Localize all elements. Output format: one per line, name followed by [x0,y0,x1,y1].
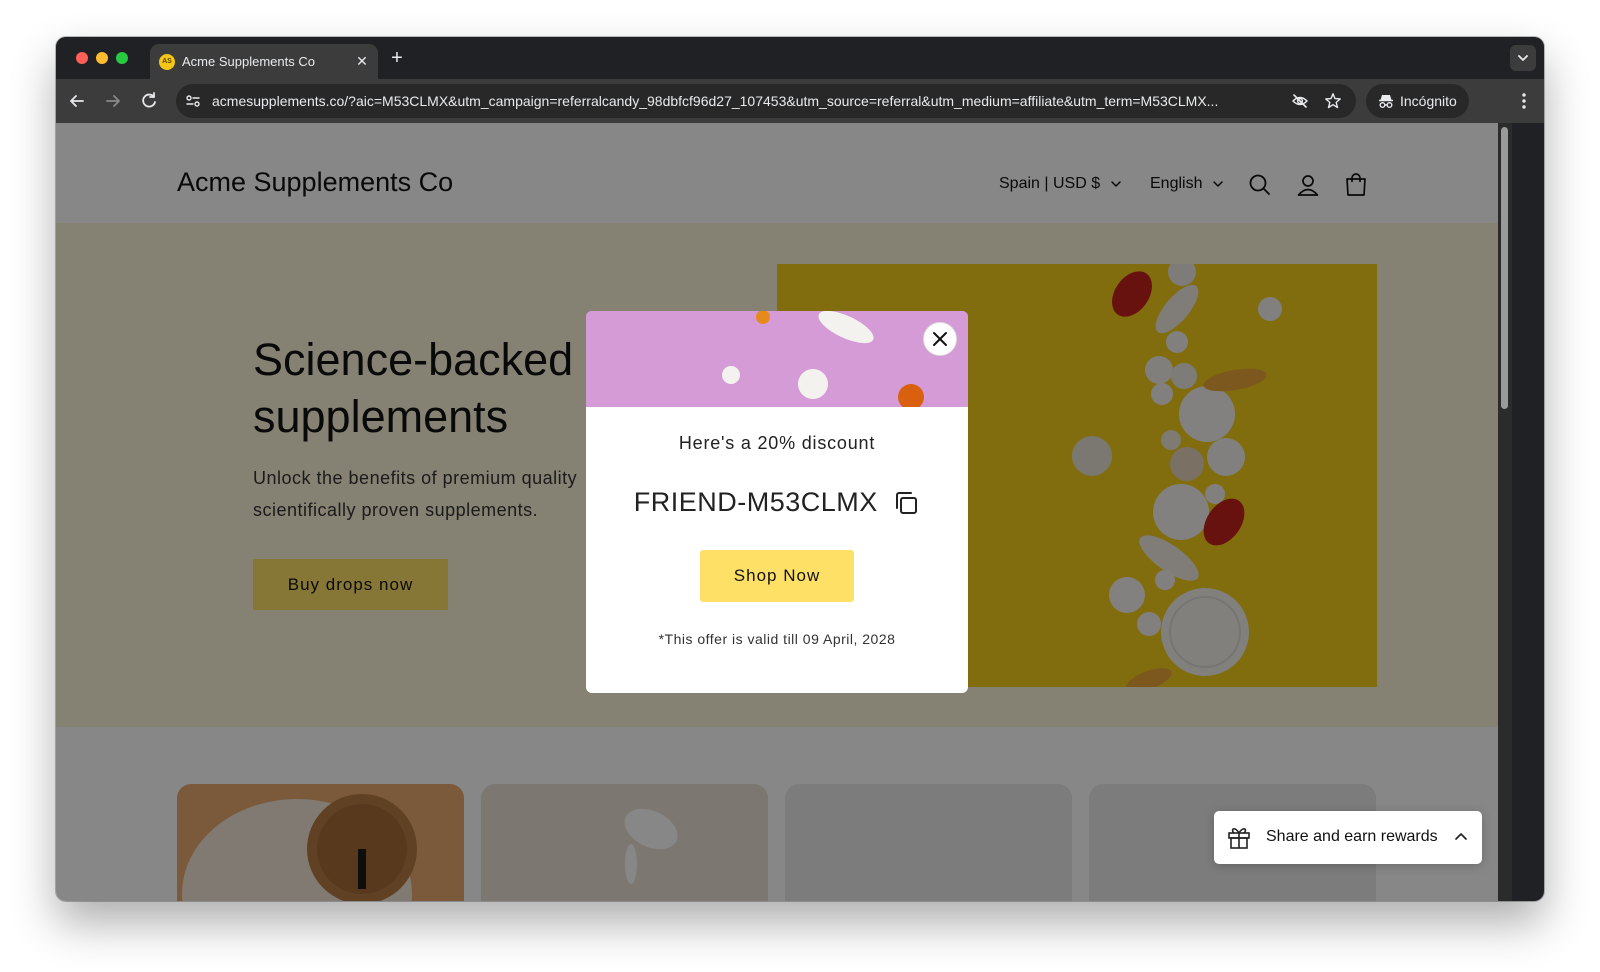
shop-now-button[interactable]: Shop Now [700,550,854,602]
discount-code[interactable]: FRIEND-M53CLMX [634,487,878,518]
reload-icon[interactable] [137,89,161,113]
gift-icon [1226,824,1252,850]
copy-icon[interactable] [892,489,920,517]
tab-close-icon[interactable]: ✕ [354,53,370,69]
url-text[interactable]: acmesupplements.co/?aic=M53CLMX&utm_camp… [212,93,1280,109]
page-scrollbar[interactable] [1498,123,1512,901]
browser-toolbar: acmesupplements.co/?aic=M53CLMX&utm_camp… [56,79,1544,123]
browser-window: AS Acme Supplements Co ✕ + acmesupplemen… [56,37,1544,901]
tab-title: Acme Supplements Co [182,54,315,69]
more-vert-icon[interactable] [1512,89,1536,113]
discount-modal: Here's a 20% discount FRIEND-M53CLMX Sho… [586,311,968,693]
offer-note: *This offer is valid till 09 April, 2028 [658,631,896,647]
new-tab-icon[interactable]: + [387,48,407,68]
modal-close-button[interactable] [923,322,957,356]
incognito-badge[interactable]: Incógnito [1366,84,1469,118]
chevron-up-icon[interactable] [1452,828,1470,846]
tab-strip: AS Acme Supplements Co ✕ + [56,37,1544,79]
star-icon[interactable] [1324,92,1342,110]
tab-search-button[interactable] [1510,45,1536,71]
address-bar[interactable]: acmesupplements.co/?aic=M53CLMX&utm_camp… [176,84,1356,118]
window-maximize-button[interactable] [116,52,128,64]
eye-off-icon[interactable] [1291,92,1309,110]
incognito-label: Incógnito [1400,93,1457,109]
window-close-button[interactable] [76,52,88,64]
page-viewport: Acme Supplements Co Spain | USD $ Englis… [56,123,1498,901]
forward-arrow-icon[interactable] [101,89,125,113]
share-rewards-label: Share and earn rewards [1266,828,1438,845]
share-rewards-widget[interactable]: Share and earn rewards [1214,811,1482,864]
incognito-icon [1377,92,1395,115]
discount-code-row: FRIEND-M53CLMX [586,487,968,518]
window-minimize-button[interactable] [96,52,108,64]
chevron-down-icon [1518,55,1528,61]
site-info-icon[interactable] [184,92,202,110]
modal-heading: Here's a 20% discount [678,433,876,453]
back-arrow-icon[interactable] [65,89,89,113]
scrollbar-thumb[interactable] [1501,127,1508,409]
site-favicon-icon: AS [159,54,175,70]
close-icon [933,332,947,346]
modal-banner-image [586,311,968,407]
browser-tab[interactable]: AS Acme Supplements Co ✕ [150,44,378,79]
